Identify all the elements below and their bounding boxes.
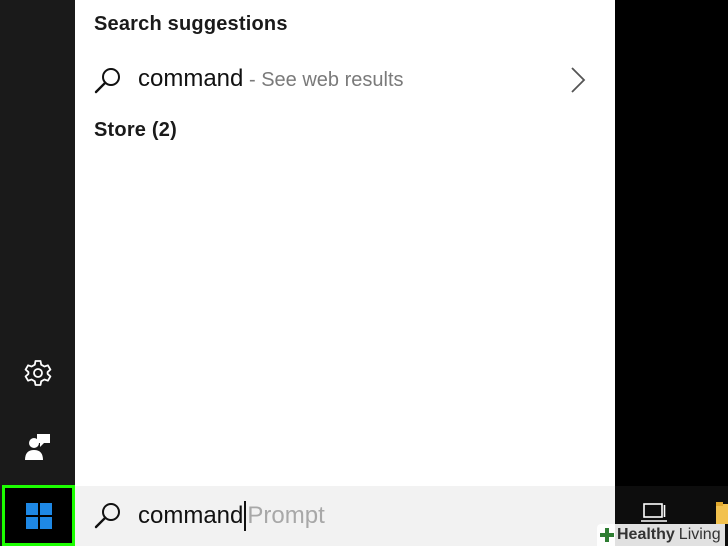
search-autocomplete-text: Prompt xyxy=(247,502,325,529)
web-search-suggestion[interactable]: command - See web results xyxy=(75,52,615,108)
store-heading[interactable]: Store (2) xyxy=(94,119,177,142)
folder-icon[interactable] xyxy=(716,502,728,524)
search-typed-text: command xyxy=(138,502,244,529)
search-bar[interactable]: command Prompt xyxy=(75,486,615,546)
gear-icon xyxy=(24,360,51,386)
text-caret xyxy=(244,501,247,531)
feedback-button[interactable] xyxy=(0,424,75,470)
suggestion-query: command xyxy=(138,65,244,92)
search-icon xyxy=(94,68,120,94)
start-menu-left-rail xyxy=(0,0,75,546)
chevron-right-icon xyxy=(571,67,586,93)
search-results-panel: Search suggestions command - See web res… xyxy=(75,0,615,486)
watermark: Healthy Living xyxy=(597,524,725,546)
suggestion-hint: - See web results xyxy=(249,69,404,91)
watermark-normal-text: Living xyxy=(678,526,721,543)
watermark-bold-text: Healthy xyxy=(617,526,675,543)
start-button[interactable] xyxy=(2,485,75,546)
search-input[interactable]: command Prompt xyxy=(138,498,325,534)
plus-icon xyxy=(600,528,614,542)
search-icon xyxy=(94,503,120,529)
windows-logo-icon xyxy=(25,502,52,529)
search-suggestions-heading: Search suggestions xyxy=(94,13,288,35)
feedback-icon xyxy=(24,434,50,460)
settings-button[interactable] xyxy=(0,350,75,396)
